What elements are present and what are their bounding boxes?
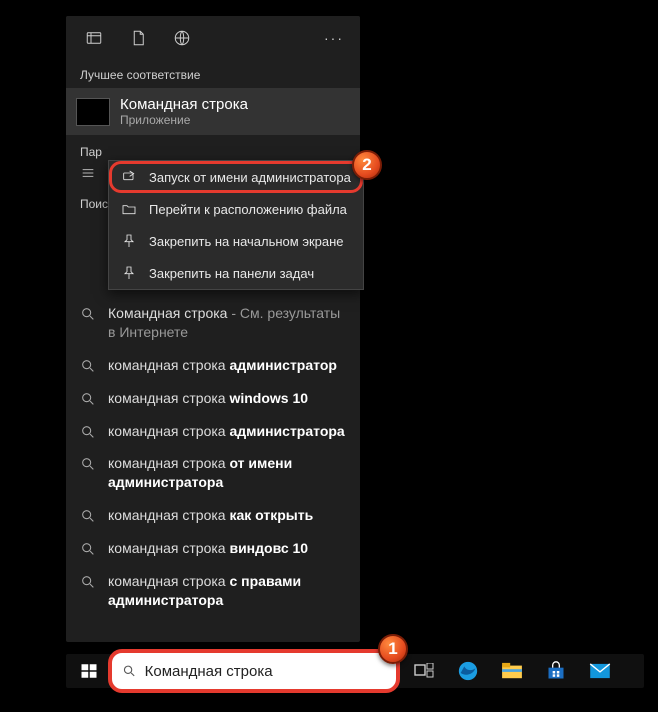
web-result[interactable]: командная строка администратора	[66, 415, 360, 448]
windows-icon	[80, 662, 98, 680]
context-menu: Запуск от имени администратора Перейти к…	[108, 160, 364, 290]
list-icon	[80, 165, 96, 181]
pin-icon	[121, 233, 137, 249]
best-match-title: Командная строка	[120, 96, 248, 113]
web-result[interactable]: командная строка windows 10	[66, 382, 360, 415]
web-result[interactable]: командная строка как открыть	[66, 499, 360, 532]
taskbar	[62, 650, 648, 692]
ctx-label: Перейти к расположению файла	[149, 202, 347, 217]
tab-all-icon[interactable]	[72, 16, 116, 60]
web-result-label: командная строка как открыть	[108, 506, 313, 525]
store-icon[interactable]	[534, 650, 578, 692]
annotation-badge-1: 1	[378, 634, 408, 664]
web-result-label: командная строка от имени администратора	[108, 454, 346, 492]
ctx-label: Закрепить на начальном экране	[149, 234, 344, 249]
web-result-label: командная строка администратор	[108, 356, 337, 375]
filter-tabs: ···	[66, 16, 360, 60]
search-icon	[80, 508, 96, 524]
search-icon	[80, 456, 96, 472]
edge-icon[interactable]	[446, 650, 490, 692]
search-icon	[80, 574, 96, 590]
start-button[interactable]	[66, 654, 112, 688]
search-icon	[80, 358, 96, 374]
best-match-item[interactable]: Командная строка Приложение	[66, 88, 360, 135]
taskbar-search[interactable]	[112, 653, 396, 689]
web-result[interactable]: командная строка с правами администратор…	[66, 565, 360, 617]
cmd-app-icon	[76, 98, 110, 126]
web-result-label: Командная строка - См. результаты в Инте…	[108, 304, 346, 342]
explorer-icon[interactable]	[490, 650, 534, 692]
pin-icon	[121, 265, 137, 281]
annotation-badge-2: 2	[352, 150, 382, 180]
admin-icon	[121, 169, 137, 185]
tab-web-icon[interactable]	[160, 16, 204, 60]
taskbar-pinned	[402, 650, 622, 692]
mail-icon[interactable]	[578, 650, 622, 692]
more-icon[interactable]: ···	[314, 16, 354, 60]
search-icon	[80, 391, 96, 407]
ctx-label: Запуск от имени администратора	[149, 170, 351, 185]
best-match-header: Лучшее соответствие	[66, 60, 360, 88]
web-result[interactable]: Командная строка - См. результаты в Инте…	[66, 297, 360, 349]
web-result-label: командная строка windows 10	[108, 389, 308, 408]
web-result-label: командная строка администратора	[108, 422, 345, 441]
web-result-label: командная строка виндовс 10	[108, 539, 308, 558]
ctx-pin-start[interactable]: Закрепить на начальном экране	[109, 225, 363, 257]
web-result[interactable]: командная строка от имени администратора	[66, 447, 360, 499]
best-match-subtitle: Приложение	[120, 113, 248, 127]
web-result-label: командная строка с правами администратор…	[108, 572, 346, 610]
web-result[interactable]: командная строка виндовс 10	[66, 532, 360, 565]
tab-documents-icon[interactable]	[116, 16, 160, 60]
folder-icon	[121, 201, 137, 217]
search-icon	[122, 663, 137, 679]
web-result[interactable]: командная строка администратор	[66, 349, 360, 382]
search-input[interactable]	[145, 663, 386, 680]
settings-header-partial: Пар	[66, 135, 360, 159]
search-icon	[80, 541, 96, 557]
ctx-label: Закрепить на панели задач	[149, 266, 314, 281]
taskview-icon[interactable]	[402, 650, 446, 692]
search-icon	[80, 306, 96, 322]
ctx-run-as-admin[interactable]: Запуск от имени администратора	[109, 161, 363, 193]
ctx-open-location[interactable]: Перейти к расположению файла	[109, 193, 363, 225]
search-icon	[80, 424, 96, 440]
search-panel: ··· Лучшее соответствие Командная строка…	[66, 16, 360, 642]
ctx-pin-taskbar[interactable]: Закрепить на панели задач	[109, 257, 363, 289]
